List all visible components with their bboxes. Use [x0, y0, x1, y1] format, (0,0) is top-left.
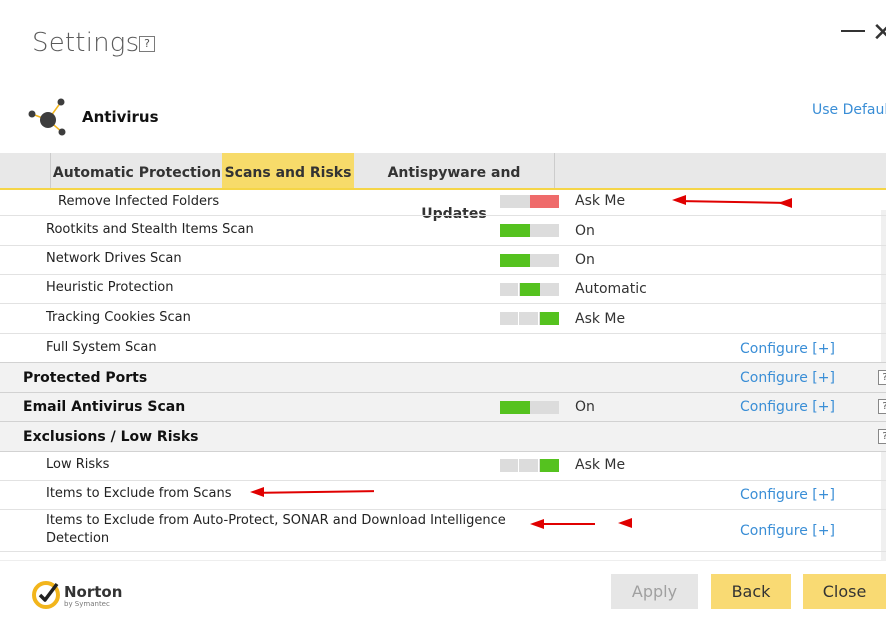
help-icon[interactable]: ?: [878, 370, 886, 385]
help-icon[interactable]: ?: [139, 36, 155, 52]
annotation-arrow-head: [530, 519, 544, 529]
setting-label: Network Drives Scan: [46, 251, 182, 266]
section-email-antivirus-scan: Email Antivirus Scan On Configure [+] ?: [0, 392, 886, 422]
annotation-arrow-head: [672, 195, 686, 205]
setting-row-items-to-exclude-from-scans: Items to Exclude from Scans Configure [+…: [0, 481, 886, 510]
use-defaults-link[interactable]: Use Defaults: [812, 102, 886, 118]
section-label: Email Antivirus Scan: [23, 399, 186, 415]
setting-status: Ask Me: [575, 193, 626, 209]
setting-row-network-drives-scan: Network Drives Scan On: [0, 246, 886, 275]
setting-row-low-risks: Low Risks Ask Me: [0, 452, 886, 481]
close-button[interactable]: Close: [803, 574, 886, 609]
setting-row-heuristic-protection: Heuristic Protection Automatic: [0, 275, 886, 304]
close-icon[interactable]: ✕: [872, 20, 886, 46]
annotation-arrow-head: [618, 518, 632, 528]
section-label: Exclusions / Low Risks: [23, 429, 199, 445]
configure-link[interactable]: Configure [+]: [740, 341, 835, 357]
back-button[interactable]: Back: [711, 574, 791, 609]
setting-status: On: [575, 223, 595, 239]
antivirus-icon: [28, 98, 66, 136]
norton-logo-icon: [32, 581, 60, 609]
setting-status: Automatic: [575, 281, 647, 297]
toggle-slider[interactable]: [500, 459, 559, 472]
brand-subtitle: by Symantec: [64, 600, 110, 608]
footer-divider: [0, 560, 886, 561]
section-label: Protected Ports: [23, 370, 148, 386]
configure-link[interactable]: Configure [+]: [740, 399, 835, 415]
setting-label: Remove Infected Folders: [58, 194, 220, 209]
help-icon[interactable]: ?: [878, 399, 886, 414]
page-title: Settings: [32, 28, 140, 58]
product-title: Antivirus: [82, 108, 159, 126]
setting-label: Low Risks: [46, 457, 110, 472]
toggle-slider[interactable]: [500, 254, 559, 267]
setting-status: On: [575, 399, 595, 415]
setting-status: Ask Me: [575, 311, 626, 327]
setting-label-continued: Detection: [46, 531, 110, 546]
tab-bar: Automatic Protection Scans and Risks Ant…: [0, 153, 886, 222]
setting-label: Items to Exclude from Auto-Protect, SONA…: [46, 513, 506, 528]
setting-label: Full System Scan: [46, 340, 157, 355]
setting-label: Rootkits and Stealth Items Scan: [46, 222, 254, 237]
toggle-slider[interactable]: [500, 283, 559, 296]
setting-row-tracking-cookies-scan: Tracking Cookies Scan Ask Me: [0, 304, 886, 334]
setting-label: Heuristic Protection: [46, 280, 174, 295]
setting-row-full-system-scan: Full System Scan Configure [+]: [0, 334, 886, 363]
apply-button[interactable]: Apply: [611, 574, 698, 609]
toggle-slider[interactable]: [500, 224, 559, 237]
section-exclusions-low-risks: Exclusions / Low Risks ?: [0, 421, 886, 452]
tab-antispyware-and-updates[interactable]: Antispyware and Updates: [354, 153, 555, 222]
minimize-icon[interactable]: [841, 30, 865, 32]
setting-row-items-to-exclude-from-auto-protect: Items to Exclude from Auto-Protect, SONA…: [0, 510, 886, 552]
setting-status: Ask Me: [575, 457, 626, 473]
setting-row-rootkits-scan: Rootkits and Stealth Items Scan On: [0, 216, 886, 246]
toggle-slider[interactable]: [500, 195, 559, 208]
annotation-arrow-head: [778, 198, 792, 208]
configure-link[interactable]: Configure [+]: [740, 523, 835, 539]
annotation-arrow-line: [537, 523, 595, 525]
tab-scans-and-risks[interactable]: Scans and Risks: [222, 153, 354, 188]
section-protected-ports: Protected Ports Configure [+] ?: [0, 362, 886, 393]
setting-status: On: [575, 252, 595, 268]
setting-label: Tracking Cookies Scan: [46, 310, 191, 325]
help-icon[interactable]: ?: [878, 429, 886, 444]
toggle-slider[interactable]: [500, 401, 559, 414]
annotation-arrow-head: [250, 487, 264, 497]
setting-label: Items to Exclude from Scans: [46, 486, 232, 501]
configure-link[interactable]: Configure [+]: [740, 487, 835, 503]
brand-name: Norton: [64, 583, 123, 601]
configure-link[interactable]: Configure [+]: [740, 370, 835, 386]
toggle-slider[interactable]: [500, 312, 559, 325]
tab-automatic-protection[interactable]: Automatic Protection: [50, 153, 223, 188]
